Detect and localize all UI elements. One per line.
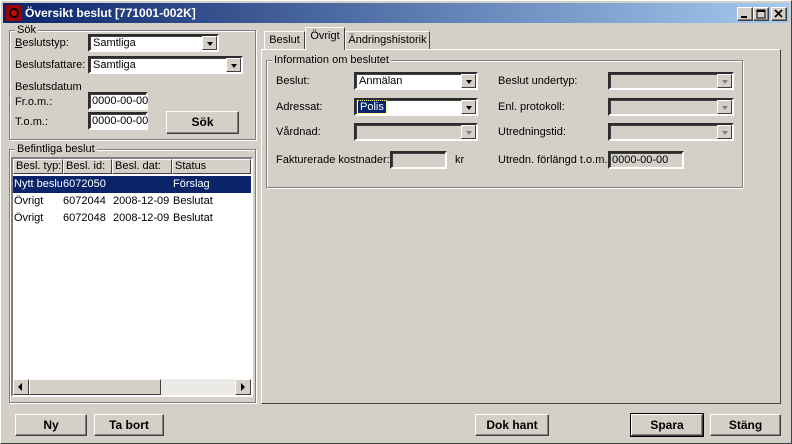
delete-button-label: Ta bort [109,418,149,432]
beslutsfattare-value: Samtliga [93,59,136,71]
beslutsfattare-select[interactable]: Samtliga [88,56,243,74]
close-button[interactable] [771,7,787,21]
close-window-button-label: Stäng [728,418,763,432]
chevron-down-icon[interactable] [226,58,241,72]
row-dat: 2008-12-09 [113,212,170,224]
row-id: 6072044 [63,195,106,207]
new-button-label: Ny [43,418,59,432]
tab-ovrigt[interactable]: Övrigt [305,27,345,50]
decisions-list[interactable]: Besl. typ: Besl. id: Besl. dat: Status N… [11,157,253,397]
table-row[interactable]: Övrigt 6072048 2008-12-09 Beslutat [13,210,251,227]
chevron-down-icon[interactable] [461,74,476,88]
scroll-right-button[interactable] [235,379,251,395]
document-handling-button[interactable]: Dok hant [475,414,549,436]
maximize-icon [756,9,766,19]
undertyp-select[interactable] [608,72,734,90]
minimize-icon [741,16,747,18]
row-status: Beslutat [173,212,213,224]
tab-beslut[interactable]: Beslut [264,31,305,49]
scroll-left-button[interactable] [13,379,29,395]
kostnader-unit: kr [455,154,465,166]
document-handling-button-label: Dok hant [486,418,538,432]
column-header-typ[interactable]: Besl. typ: [13,159,63,174]
existing-decisions-label: Befintliga beslut [15,143,97,155]
chevron-down-icon[interactable] [717,125,732,139]
protokoll-label: Enl. protokoll: [498,101,565,113]
adressat-select[interactable]: Polis [354,98,478,116]
search-group-label: Sök [15,24,38,36]
utredningstid-label: Utredningstid: [498,126,566,138]
row-typ: Övrigt [14,212,44,224]
new-button[interactable]: Ny [15,414,87,436]
row-id: 6072048 [63,212,106,224]
search-button-label: Sök [191,115,214,129]
table-row[interactable]: Nytt beslut 6072050 Förslag [13,176,251,193]
row-typ: Nytt beslut [14,178,62,190]
forlangd-label: Utredn. förlängd t.o.m.: [498,154,611,166]
beslut-value: Anmälan [359,75,403,87]
beslutsfattare-label: Beslutsfattare: [15,59,86,71]
app-icon [6,5,22,21]
chevron-down-icon[interactable] [717,74,732,88]
forlangd-value: 0000-00-00 [612,154,669,166]
row-status: Förslag [173,178,210,190]
row-typ: Övrigt [14,195,44,207]
tom-date-value: 0000-00-00 [92,115,149,127]
close-icon [774,9,783,18]
vardnad-label: Vårdnad: [276,126,321,138]
close-window-button[interactable]: Stäng [710,414,781,436]
kostnader-label: Fakturerade kostnader: [276,154,390,166]
delete-button[interactable]: Ta bort [94,414,164,436]
minimize-button[interactable] [737,7,753,21]
beslutstyp-label: Beslutstyp: [15,37,69,49]
chevron-down-icon[interactable] [202,36,217,50]
chevron-down-icon[interactable] [717,100,732,114]
beslut-label: Beslut: [276,75,310,87]
beslutstyp-select[interactable]: Samtliga [88,34,219,52]
horizontal-scrollbar[interactable] [13,379,251,395]
tab-ovrigt-label: Övrigt [310,30,340,42]
table-row[interactable]: Övrigt 6072044 2008-12-09 Beslutat [13,193,251,210]
beslutsdatum-label: Beslutsdatum [15,81,82,93]
info-group-label: Information om beslutet [272,54,391,66]
window-title: Översikt beslut [771001-002K] [25,6,196,20]
row-status: Beslutat [173,195,213,207]
row-id: 6072050 [63,178,106,190]
beslutstyp-value: Samtliga [93,37,136,49]
tom-label: T.o.m.: [15,116,49,128]
beslut-select[interactable]: Anmälan [354,72,478,90]
from-date-field[interactable]: 0000-00-00 [88,92,148,110]
column-header-dat[interactable]: Besl. dat: [112,159,172,174]
tab-beslut-label: Beslut [269,34,300,46]
title-bar[interactable]: Översikt beslut [771001-002K] [3,3,789,23]
main-window: Översikt beslut [771001-002K] Sök Beslut… [0,0,792,444]
utredningstid-select[interactable] [608,123,734,141]
adressat-value: Polis [357,100,387,114]
save-button-label: Spara [650,418,684,432]
chevron-down-icon[interactable] [461,125,476,139]
tab-andringshistorik[interactable]: Ändringshistorik [345,31,430,49]
search-button[interactable]: Sök [166,111,239,134]
undertyp-label: Beslut undertyp: [498,75,578,87]
vardnad-select[interactable] [354,123,478,141]
adressat-label: Adressat: [276,101,323,113]
save-button[interactable]: Spara [630,413,704,437]
maximize-button[interactable] [753,7,769,21]
row-dat: 2008-12-09 [113,195,170,207]
column-header-status[interactable]: Status [172,159,251,174]
kostnader-field[interactable] [390,151,447,169]
from-date-value: 0000-00-00 [92,95,149,107]
tom-date-field[interactable]: 0000-00-00 [88,112,148,130]
chevron-down-icon[interactable] [461,100,476,114]
protokoll-select[interactable] [608,98,734,116]
column-header-id[interactable]: Besl. id: [63,159,112,174]
arrow-left-icon [18,383,22,391]
from-label: Fr.o.m.: [15,96,53,108]
tab-andringshistorik-label: Ändringshistorik [348,34,427,46]
forlangd-field[interactable]: 0000-00-00 [608,151,684,169]
scroll-thumb[interactable] [29,379,161,395]
arrow-right-icon [241,383,245,391]
